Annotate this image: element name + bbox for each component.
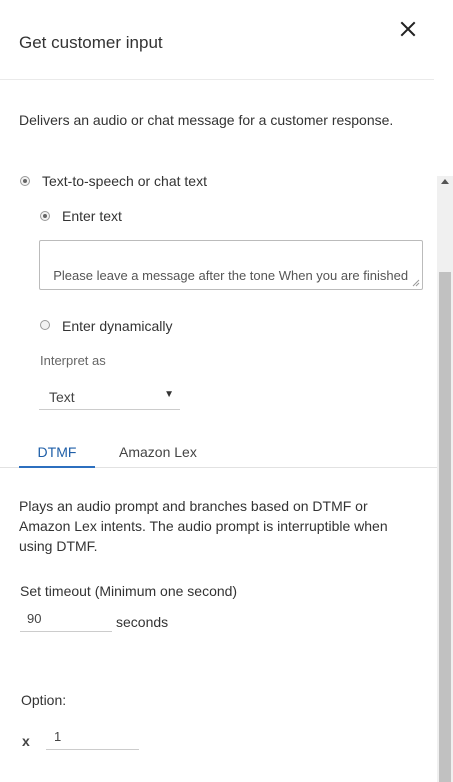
timeout-unit: seconds [116,614,169,630]
timeout-label: Set timeout (Minimum one second) [20,583,238,599]
enter-dynamic-label[interactable]: Enter dynamically [62,318,173,334]
prompt-text-value: Please leave a message after the tone Wh… [46,268,409,289]
enter-dynamic-radio[interactable] [40,320,50,330]
remove-option-button[interactable]: x [22,733,30,749]
active-tab-indicator [19,466,95,468]
interpret-as-select[interactable]: Text ▼ [39,385,180,410]
scrollbar[interactable] [437,176,453,782]
panel-title: Get customer input [19,33,163,52]
tab-amazon-lex[interactable]: Amazon Lex [119,444,197,460]
interpret-as-value: Text [49,389,75,405]
panel-description: Delivers an audio or chat message for a … [19,112,394,128]
option-label: Option: [21,692,67,708]
option-value: 1 [54,729,62,744]
scroll-thumb[interactable] [439,272,451,782]
dtmf-description: Plays an audio prompt and branches based… [19,498,388,554]
close-icon [400,21,416,37]
scroll-up-icon[interactable] [441,179,449,184]
timeout-value: 90 [27,611,42,626]
tts-radio-label[interactable]: Text-to-speech or chat text [42,173,207,189]
header-divider [0,79,434,80]
close-button[interactable] [399,20,417,38]
resize-grip-icon[interactable] [412,279,420,287]
tab-dtmf[interactable]: DTMF [19,444,95,460]
interpret-as-label: Interpret as [40,353,106,368]
option-input[interactable]: 1 [46,723,139,750]
prompt-text-area[interactable]: Please leave a message after the tone Wh… [39,240,423,290]
timeout-input[interactable]: 90 [20,605,112,632]
caret-down-icon: ▼ [164,389,174,400]
tts-radio[interactable] [20,176,30,186]
enter-text-label[interactable]: Enter text [62,208,122,224]
enter-text-radio[interactable] [40,211,50,221]
